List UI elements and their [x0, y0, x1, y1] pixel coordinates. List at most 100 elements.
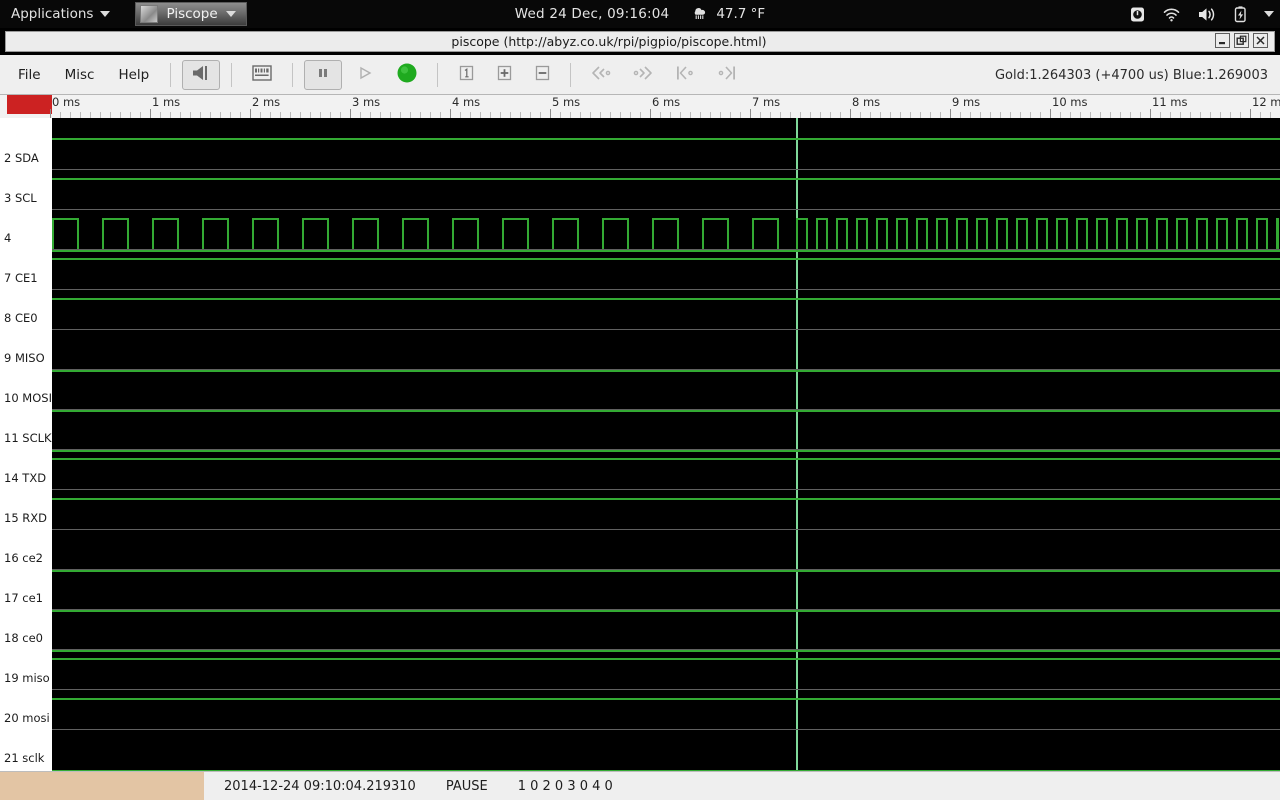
signal-segment	[52, 650, 1280, 652]
menu-help[interactable]: Help	[108, 64, 159, 86]
channel-separator	[52, 609, 1280, 610]
signal-edge	[826, 218, 828, 252]
ruler-label: 8 ms	[852, 95, 881, 109]
window-titlebar-bar[interactable]: piscope (http://abyz.co.uk/rpi/pigpio/pi…	[5, 31, 1275, 52]
ruler-label: 7 ms	[752, 95, 781, 109]
signal-edge	[152, 218, 154, 252]
signal-edge	[352, 218, 354, 252]
time-ruler[interactable]: 0 ms 1 ms 2 ms 3 ms 4 ms 5 ms 6 ms 7 ms 8 ms 9 ms…	[0, 95, 1280, 118]
signal-edge	[806, 218, 808, 252]
signal-edge	[996, 218, 998, 252]
signal-edge	[1277, 218, 1279, 252]
signal-edge	[727, 218, 729, 252]
blue-cursor-line[interactable]	[796, 118, 798, 771]
signal-segment	[252, 218, 277, 220]
channel-label-7[interactable]: 7 CE1	[4, 271, 38, 285]
signal-edge	[1256, 218, 1258, 252]
window-title: piscope (http://abyz.co.uk/rpi/pigpio/pi…	[451, 34, 767, 49]
chevron-down-icon	[100, 11, 111, 17]
ruler-label: 2 ms	[252, 95, 281, 109]
play-button[interactable]	[346, 60, 384, 90]
channel-label-11[interactable]: 11 SCLK	[4, 431, 52, 445]
signal-segment	[652, 218, 677, 220]
maximize-button[interactable]	[1234, 33, 1249, 48]
channel-label-2[interactable]: 2 SDA	[4, 151, 39, 165]
app-statusbar: 2014-12-24 09:10:04.219310 PAUSE 1 0 2 0…	[0, 771, 1280, 800]
zoom-in-button[interactable]	[487, 60, 521, 90]
signal-edge	[1086, 218, 1088, 252]
signal-segment	[202, 218, 227, 220]
signal-edge	[102, 218, 104, 252]
record-button[interactable]	[388, 60, 426, 90]
taskbar-clock: Wed 24 Dec, 09:16:04	[514, 6, 670, 22]
toolbar-divider-1	[170, 62, 172, 87]
signal-edge	[452, 218, 454, 252]
ruler-label: 11 ms	[1152, 95, 1188, 109]
channel-label-15[interactable]: 15 RXD	[4, 511, 47, 525]
applications-menu-button[interactable]: Applications	[0, 0, 121, 28]
goto-start-button[interactable]	[666, 60, 704, 90]
channel-label-10[interactable]: 10 MOSI	[4, 391, 52, 405]
step-forward-icon	[631, 64, 655, 86]
signal-edge	[1096, 218, 1098, 252]
signal-edge	[856, 218, 858, 252]
decode-button[interactable]	[243, 60, 281, 90]
channel-label-4[interactable]: 4	[4, 231, 11, 245]
signal-edge	[1246, 218, 1248, 252]
signal-edge	[1266, 218, 1268, 252]
window-titlebar: piscope (http://abyz.co.uk/rpi/pigpio/pi…	[0, 28, 1280, 55]
trigger-button[interactable]	[182, 59, 221, 90]
signal-edge	[602, 218, 604, 252]
channel-label-14[interactable]: 14 TXD	[4, 471, 46, 485]
zoom-out-button[interactable]	[525, 60, 559, 90]
channel-label-17[interactable]: 17 ce1	[4, 591, 43, 605]
ruler-label: 6 ms	[652, 95, 681, 109]
signal-segment	[52, 218, 77, 220]
signal-edge	[1106, 218, 1108, 252]
tray-chevron-down-icon[interactable]	[1264, 11, 1274, 17]
channel-label-18[interactable]: 18 ce0	[4, 631, 43, 645]
ruler-tick-major	[450, 109, 451, 118]
signal-segment	[552, 218, 577, 220]
minimize-button[interactable]	[1215, 33, 1230, 48]
wifi-icon[interactable]	[1162, 6, 1181, 23]
signal-edge	[1016, 218, 1018, 252]
goto-end-button[interactable]	[708, 60, 746, 90]
signal-edge	[1186, 218, 1188, 252]
menu-misc[interactable]: Misc	[55, 64, 105, 86]
statusbar-content: 2014-12-24 09:10:04.219310 PAUSE 1 0 2 0…	[224, 772, 613, 800]
channel-label-8[interactable]: 8 CE0	[4, 311, 38, 325]
goto-start-icon	[673, 64, 697, 86]
signal-edge	[816, 218, 818, 252]
step-forward-button[interactable]	[624, 60, 662, 90]
signal-edge	[896, 218, 898, 252]
pause-button[interactable]	[304, 59, 343, 90]
signal-segment	[52, 298, 1280, 300]
channel-separator	[52, 329, 1280, 330]
desktop-taskbar: Wed 24 Dec, 09:16:04 47.7 °F Application…	[0, 0, 1280, 28]
ruler-tick-major	[550, 109, 551, 118]
toolbar-divider-5	[570, 62, 572, 87]
signal-edge	[752, 218, 754, 252]
waveform-plot[interactable]	[52, 118, 1280, 771]
channel-label-16[interactable]: 16 ce2	[4, 551, 43, 565]
step-back-icon	[589, 64, 613, 86]
channel-label-21[interactable]: 21 sclk	[4, 751, 44, 765]
signal-edge	[277, 218, 279, 252]
signal-edge	[946, 218, 948, 252]
brightness-icon[interactable]	[1129, 6, 1146, 23]
taskbar-task-piscope[interactable]: Piscope	[135, 2, 247, 26]
channel-separator	[52, 529, 1280, 530]
ruler-tick-major	[850, 109, 851, 118]
menu-file[interactable]: File	[8, 64, 51, 86]
channel-label-9[interactable]: 9 MISO	[4, 351, 45, 365]
volume-icon[interactable]	[1197, 6, 1217, 23]
channel-label-3[interactable]: 3 SCL	[4, 191, 37, 205]
channel-label-19[interactable]: 19 miso	[4, 671, 50, 685]
step-back-button[interactable]	[582, 60, 620, 90]
battery-icon[interactable]	[1233, 5, 1248, 23]
signal-edge	[402, 218, 404, 252]
zoom-reset-button[interactable]	[449, 60, 483, 90]
close-button[interactable]	[1253, 33, 1268, 48]
channel-label-20[interactable]: 20 mosi	[4, 711, 50, 725]
